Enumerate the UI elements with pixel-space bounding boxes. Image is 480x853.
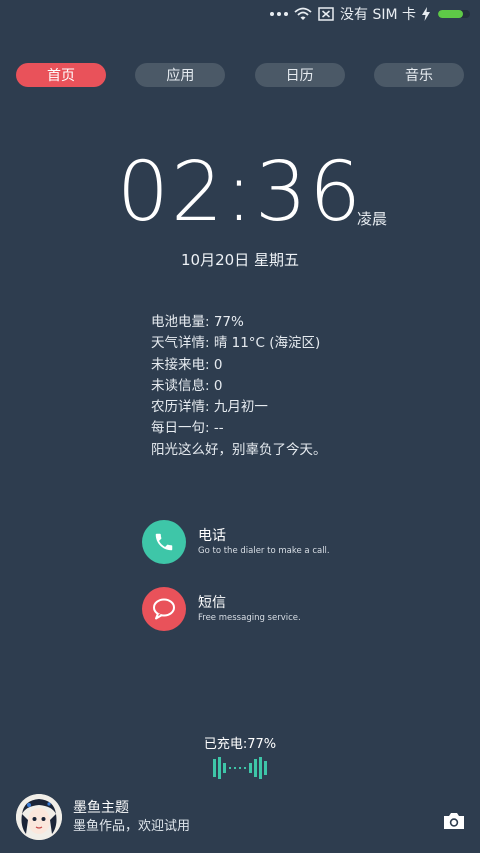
- theme-title: 墨鱼主题: [73, 800, 129, 816]
- daily-quote-text: 阳光这么好，别辜负了今天。: [151, 441, 327, 458]
- tab-music[interactable]: 音乐: [373, 63, 464, 87]
- charging-bolt-icon: [422, 7, 430, 21]
- battery-level-fill: [438, 10, 463, 18]
- clock-date[interactable]: 10月20日 星期五: [0, 249, 480, 270]
- battery-icon: [438, 10, 470, 18]
- tab-apps[interactable]: 应用: [135, 63, 226, 87]
- sms-subtitle: Free messaging service.: [198, 613, 301, 623]
- phone-subtitle: Go to the dialer to make a call.: [198, 546, 330, 556]
- status-bar: 没有 SIM 卡: [0, 0, 480, 28]
- wifi-icon: [294, 7, 312, 20]
- avatar[interactable]: [16, 794, 62, 840]
- clock-widget: 02:36: [0, 148, 480, 238]
- message-bubble-icon[interactable]: [142, 587, 186, 631]
- sms-title: 短信: [198, 595, 226, 611]
- info-list: 电池电量: 77% 天气详情: 晴 11°C (海淀区) 未接来电: 0 未读信…: [151, 312, 327, 461]
- sms-shortcut[interactable]: 短信 Free messaging service.: [142, 587, 301, 631]
- unread-messages-info: 未读信息: 0: [151, 377, 223, 394]
- more-dots-icon: [270, 12, 288, 16]
- theme-subtitle: 墨鱼作品，欢迎试用: [73, 819, 191, 834]
- no-sim-icon: [318, 7, 334, 21]
- lunar-date-info: 农历详情: 九月初一: [151, 399, 268, 416]
- phone-shortcut[interactable]: 电话 Go to the dialer to make a call.: [142, 520, 330, 564]
- missed-calls-info: 未接来电: 0: [151, 356, 223, 373]
- theme-info: 墨鱼主题 墨鱼作品，欢迎试用: [16, 794, 190, 840]
- clock-time[interactable]: 02:36: [117, 148, 363, 238]
- weather-info: 天气详情: 晴 11°C (海淀区): [151, 335, 321, 352]
- charging-status: 已充电:77%: [203, 737, 277, 752]
- tab-calendar[interactable]: 日历: [254, 63, 345, 87]
- phone-icon[interactable]: [142, 520, 186, 564]
- daily-quote-label: 每日一句: --: [151, 420, 224, 437]
- battery-info: 电池电量: 77%: [151, 314, 244, 330]
- phone-title: 电话: [198, 528, 226, 544]
- camera-icon[interactable]: [442, 811, 466, 831]
- sim-status-text: 没有 SIM 卡: [340, 7, 416, 23]
- clock-period: 凌晨: [357, 210, 388, 228]
- charging-wave-icon: [213, 757, 267, 779]
- tab-home[interactable]: 首页: [16, 63, 106, 87]
- tab-bar: 首页 应用 日历 音乐: [16, 63, 464, 87]
